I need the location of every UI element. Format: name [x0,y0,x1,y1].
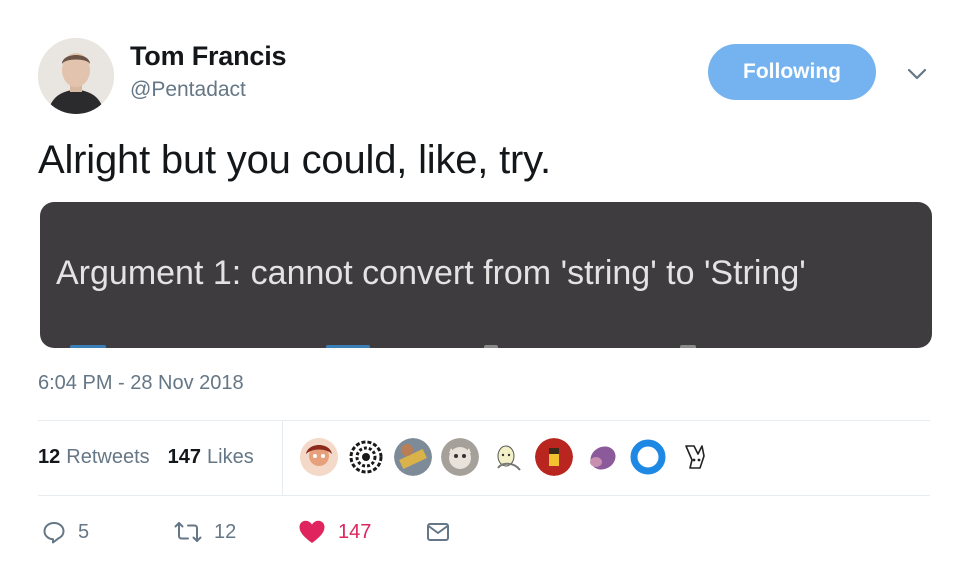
retweet-icon [174,522,202,542]
retweet-count: 12 [214,520,237,543]
likes-label: Likes [207,446,254,468]
liker-avatar-3[interactable] [394,438,432,476]
reply-count: 5 [78,520,90,543]
liker-avatar-4[interactable] [441,438,479,476]
likes-stat[interactable]: 147 Likes [168,446,254,469]
tweet-stats: 12 Retweets 147 Likes [38,420,272,495]
liker-avatar-9[interactable] [676,438,714,476]
retweet-button[interactable]: 12 [174,512,236,552]
direct-message-button[interactable] [426,512,450,552]
tweet-actions: 5 12 147 [38,512,538,552]
liker-avatar-5[interactable] [488,438,526,476]
following-button[interactable]: Following [708,44,876,100]
liker-avatars [300,437,723,477]
more-options-caret[interactable] [900,62,934,86]
liker-avatar-2[interactable] [347,438,385,476]
retweets-stat[interactable]: 12 Retweets [38,446,150,469]
divider [38,495,930,496]
like-count: 147 [338,520,372,543]
media-underline-fragment [680,345,696,348]
media-underline-fragment [326,345,370,348]
author-avatar[interactable] [38,38,114,114]
author-display-name[interactable]: Tom Francis [130,41,287,72]
likes-count: 147 [167,446,201,468]
author-handle[interactable]: @Pentadact [130,78,246,102]
retweets-count: 12 [38,446,61,468]
tweet-timestamp[interactable]: 6:04 PM - 28 Nov 2018 [38,372,244,395]
tweet-text: Alright but you could, like, try. [38,138,551,182]
liker-avatar-8[interactable] [629,438,667,476]
reply-icon [43,522,65,544]
media-underline-fragment [70,345,106,348]
heart-icon [299,520,325,543]
retweets-label: Retweets [66,446,150,468]
liker-avatar-7[interactable] [582,438,620,476]
chevron-down-icon [907,68,927,80]
liker-avatar-1[interactable] [300,438,338,476]
tweet-media-image[interactable]: Argument 1: cannot convert from 'string'… [40,202,932,348]
reply-button[interactable]: 5 [42,512,89,552]
envelope-icon [427,523,449,541]
liker-avatar-6[interactable] [535,438,573,476]
media-error-text: Argument 1: cannot convert from 'string'… [56,254,806,292]
media-underline-fragment [484,345,498,348]
stats-separator [282,420,283,495]
like-button[interactable]: 147 [298,512,371,552]
